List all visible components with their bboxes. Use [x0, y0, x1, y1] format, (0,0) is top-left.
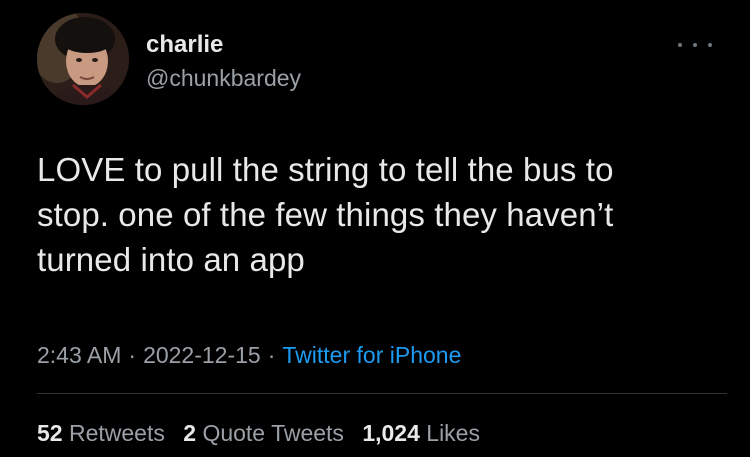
tweet-time[interactable]: 2:43 AM: [37, 342, 121, 368]
tweet-text-line: turned into an app: [37, 241, 305, 278]
more-dot: [678, 43, 682, 47]
retweets-stat[interactable]: 52 Retweets: [37, 420, 165, 446]
avatar[interactable]: [37, 13, 129, 105]
more-dot: [708, 43, 712, 47]
tweet-text-line: LOVE to pull the string to tell the bus …: [37, 151, 614, 188]
tweet-stats: 52 Retweets 2 Quote Tweets 1,024 Likes: [37, 418, 480, 448]
quote-tweets-stat[interactable]: 2 Quote Tweets: [183, 420, 344, 446]
more-options-icon[interactable]: [678, 38, 712, 52]
retweets-count: 52: [37, 420, 63, 446]
display-name[interactable]: charlie: [146, 31, 223, 59]
tweet-card: charlie @chunkbardey LOVE to pull the st…: [0, 0, 750, 457]
tweet-meta: 2:43 AM · 2022-12-15 · Twitter for iPhone: [37, 340, 461, 370]
likes-count: 1,024: [362, 420, 420, 446]
quotes-count: 2: [183, 420, 197, 446]
likes-stat[interactable]: 1,024 Likes: [362, 420, 480, 446]
likes-label: Likes: [426, 420, 480, 446]
quotes-label: Quote Tweets: [202, 420, 344, 446]
more-dot: [693, 43, 697, 47]
meta-separator: ·: [267, 342, 276, 368]
tweet-source-link[interactable]: Twitter for iPhone: [282, 342, 461, 368]
tweet-text: LOVE to pull the string to tell the bus …: [37, 147, 727, 282]
meta-separator: ·: [128, 342, 137, 368]
retweets-label: Retweets: [68, 420, 165, 446]
user-handle[interactable]: @chunkbardey: [146, 64, 301, 92]
tweet-text-line: stop. one of the few things they haven’t: [37, 196, 614, 233]
tweet-date[interactable]: 2022-12-15: [143, 342, 261, 368]
divider: [37, 393, 727, 394]
avatar-image: [37, 13, 129, 105]
